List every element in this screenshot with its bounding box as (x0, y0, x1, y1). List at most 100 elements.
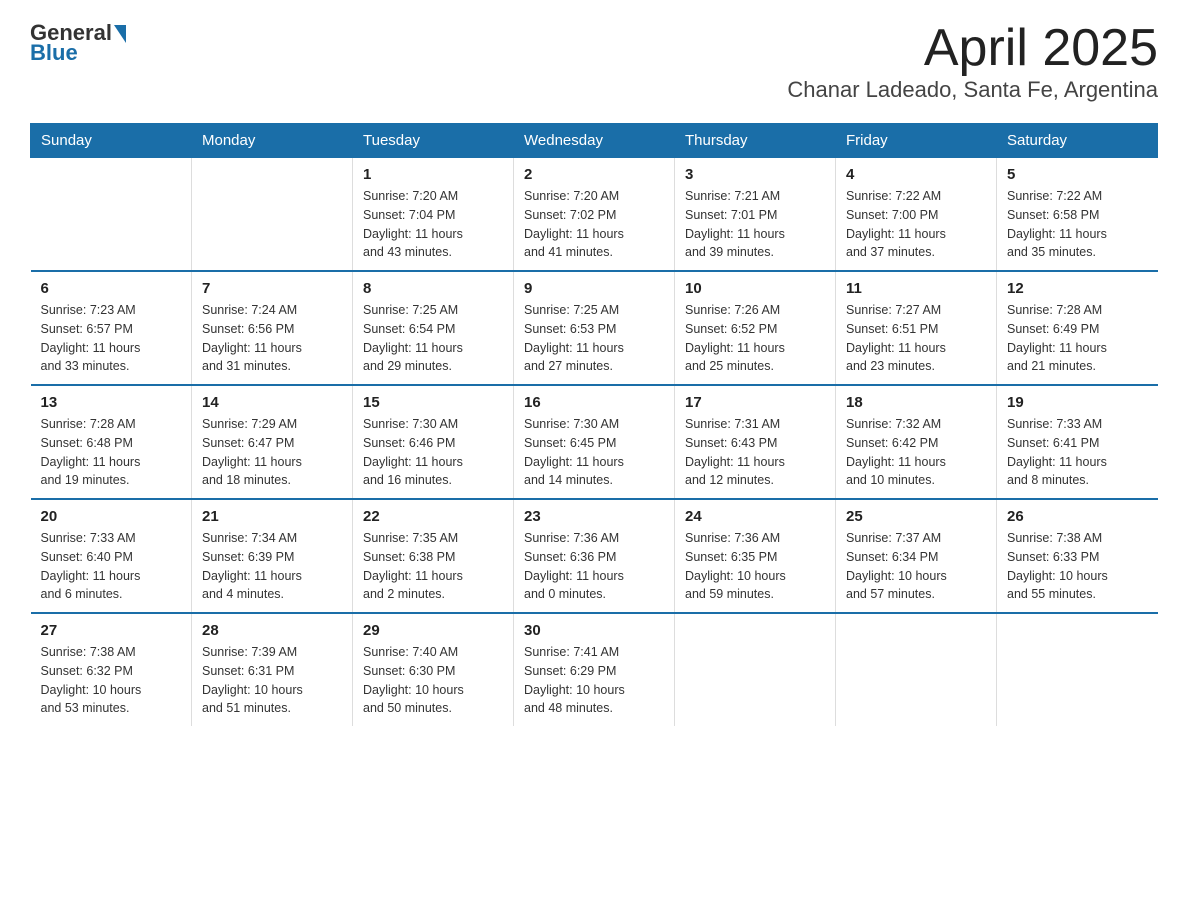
day-info: Sunrise: 7:21 AM Sunset: 7:01 PM Dayligh… (685, 187, 825, 262)
day-info: Sunrise: 7:22 AM Sunset: 7:00 PM Dayligh… (846, 187, 986, 262)
day-number: 11 (846, 280, 986, 297)
day-number: 15 (363, 394, 503, 411)
calendar-cell: 9Sunrise: 7:25 AM Sunset: 6:53 PM Daylig… (514, 271, 675, 385)
calendar-cell (836, 613, 997, 726)
day-info: Sunrise: 7:36 AM Sunset: 6:35 PM Dayligh… (685, 529, 825, 604)
header-day-wednesday: Wednesday (514, 124, 675, 158)
week-row-2: 6 Sunrise: 7:23 AM Sunset: 6:57 PM Daylig… (31, 271, 1158, 385)
day-number: 23 (524, 508, 664, 525)
day-info: Sunrise: 7:25 AM Sunset: 6:53 PM Dayligh… (524, 301, 664, 376)
calendar-cell: 23 Sunrise: 7:36 AM Sunset: 6:36 PM Dayli… (514, 499, 675, 613)
day-number: 21 (202, 508, 342, 525)
day-info: Sunrise: 7:25 AM Sunset: 6:54 PM Dayligh… (363, 301, 503, 376)
week-row-3: 13 Sunrise: 7:28 AM Sunset: 6:48 PM Dayli… (31, 385, 1158, 499)
calendar-cell: 26 Sunrise: 7:38 AM Sunset: 6:33 PM Dayli… (997, 499, 1158, 613)
calendar-cell (675, 613, 836, 726)
header-day-saturday: Saturday (997, 124, 1158, 158)
calendar-cell: 3 Sunrise: 7:21 AM Sunset: 7:01 PM Daylig… (675, 158, 836, 272)
logo: General Blue (30, 20, 126, 66)
day-number: 26 (1007, 508, 1148, 525)
day-number: 10 (685, 280, 825, 297)
day-info: Sunrise: 7:29 AM Sunset: 6:47 PM Dayligh… (202, 415, 342, 490)
calendar-cell (31, 158, 192, 272)
calendar-body: 1Sunrise: 7:20 AM Sunset: 7:04 PM Daylig… (31, 158, 1158, 727)
calendar-cell: 18 Sunrise: 7:32 AM Sunset: 6:42 PM Dayli… (836, 385, 997, 499)
header-day-tuesday: Tuesday (353, 124, 514, 158)
calendar-cell: 16Sunrise: 7:30 AM Sunset: 6:45 PM Dayli… (514, 385, 675, 499)
header-day-friday: Friday (836, 124, 997, 158)
calendar-cell: 13 Sunrise: 7:28 AM Sunset: 6:48 PM Dayli… (31, 385, 192, 499)
calendar-cell: 17 Sunrise: 7:31 AM Sunset: 6:43 PM Dayli… (675, 385, 836, 499)
day-info: Sunrise: 7:32 AM Sunset: 6:42 PM Dayligh… (846, 415, 986, 490)
day-number: 5 (1007, 166, 1148, 183)
day-number: 27 (41, 622, 182, 639)
day-number: 19 (1007, 394, 1148, 411)
day-info: Sunrise: 7:24 AM Sunset: 6:56 PM Dayligh… (202, 301, 342, 376)
calendar-cell: 20 Sunrise: 7:33 AM Sunset: 6:40 PM Dayli… (31, 499, 192, 613)
title-block: April 2025 Chanar Ladeado, Santa Fe, Arg… (787, 20, 1158, 103)
day-info: Sunrise: 7:38 AM Sunset: 6:33 PM Dayligh… (1007, 529, 1148, 604)
day-number: 24 (685, 508, 825, 525)
calendar-cell: 22 Sunrise: 7:35 AM Sunset: 6:38 PM Dayli… (353, 499, 514, 613)
day-number: 25 (846, 508, 986, 525)
day-info: Sunrise: 7:28 AM Sunset: 6:48 PM Dayligh… (41, 415, 182, 490)
calendar-title: April 2025 (787, 20, 1158, 77)
day-info: Sunrise: 7:26 AM Sunset: 6:52 PM Dayligh… (685, 301, 825, 376)
day-info: Sunrise: 7:22 AM Sunset: 6:58 PM Dayligh… (1007, 187, 1148, 262)
day-info: Sunrise: 7:41 AM Sunset: 6:29 PM Dayligh… (524, 643, 664, 718)
day-info: Sunrise: 7:36 AM Sunset: 6:36 PM Dayligh… (524, 529, 664, 604)
day-number: 8 (363, 280, 503, 297)
calendar-table: SundayMondayTuesdayWednesdayThursdayFrid… (30, 123, 1158, 726)
day-number: 12 (1007, 280, 1148, 297)
day-number: 16 (524, 394, 664, 411)
day-number: 14 (202, 394, 342, 411)
week-row-1: 1Sunrise: 7:20 AM Sunset: 7:04 PM Daylig… (31, 158, 1158, 272)
calendar-cell: 19 Sunrise: 7:33 AM Sunset: 6:41 PM Dayli… (997, 385, 1158, 499)
page-header: General Blue April 2025 Chanar Ladeado, … (30, 20, 1158, 103)
day-info: Sunrise: 7:31 AM Sunset: 6:43 PM Dayligh… (685, 415, 825, 490)
calendar-cell (997, 613, 1158, 726)
calendar-cell: 4 Sunrise: 7:22 AM Sunset: 7:00 PM Daylig… (836, 158, 997, 272)
day-number: 18 (846, 394, 986, 411)
day-number: 28 (202, 622, 342, 639)
day-info: Sunrise: 7:34 AM Sunset: 6:39 PM Dayligh… (202, 529, 342, 604)
day-number: 20 (41, 508, 182, 525)
calendar-cell: 24 Sunrise: 7:36 AM Sunset: 6:35 PM Dayli… (675, 499, 836, 613)
header-day-sunday: Sunday (31, 124, 192, 158)
calendar-cell: 25 Sunrise: 7:37 AM Sunset: 6:34 PM Dayli… (836, 499, 997, 613)
day-number: 22 (363, 508, 503, 525)
day-info: Sunrise: 7:23 AM Sunset: 6:57 PM Dayligh… (41, 301, 182, 376)
calendar-cell: 15 Sunrise: 7:30 AM Sunset: 6:46 PM Dayli… (353, 385, 514, 499)
day-number: 17 (685, 394, 825, 411)
day-number: 29 (363, 622, 503, 639)
day-info: Sunrise: 7:39 AM Sunset: 6:31 PM Dayligh… (202, 643, 342, 718)
week-row-5: 27 Sunrise: 7:38 AM Sunset: 6:32 PM Dayli… (31, 613, 1158, 726)
day-info: Sunrise: 7:33 AM Sunset: 6:40 PM Dayligh… (41, 529, 182, 604)
day-number: 7 (202, 280, 342, 297)
calendar-cell: 1Sunrise: 7:20 AM Sunset: 7:04 PM Daylig… (353, 158, 514, 272)
calendar-cell: 29Sunrise: 7:40 AM Sunset: 6:30 PM Dayli… (353, 613, 514, 726)
calendar-cell: 28 Sunrise: 7:39 AM Sunset: 6:31 PM Dayli… (192, 613, 353, 726)
calendar-cell: 5 Sunrise: 7:22 AM Sunset: 6:58 PM Daylig… (997, 158, 1158, 272)
logo-blue-text: Blue (30, 40, 126, 66)
calendar-cell: 6 Sunrise: 7:23 AM Sunset: 6:57 PM Daylig… (31, 271, 192, 385)
calendar-cell: 14 Sunrise: 7:29 AM Sunset: 6:47 PM Dayli… (192, 385, 353, 499)
day-info: Sunrise: 7:38 AM Sunset: 6:32 PM Dayligh… (41, 643, 182, 718)
calendar-cell: 7 Sunrise: 7:24 AM Sunset: 6:56 PM Daylig… (192, 271, 353, 385)
header-row: SundayMondayTuesdayWednesdayThursdayFrid… (31, 124, 1158, 158)
day-number: 6 (41, 280, 182, 297)
calendar-cell: 21 Sunrise: 7:34 AM Sunset: 6:39 PM Dayli… (192, 499, 353, 613)
day-info: Sunrise: 7:28 AM Sunset: 6:49 PM Dayligh… (1007, 301, 1148, 376)
location-subtitle: Chanar Ladeado, Santa Fe, Argentina (787, 77, 1158, 103)
day-number: 4 (846, 166, 986, 183)
calendar-cell: 27 Sunrise: 7:38 AM Sunset: 6:32 PM Dayli… (31, 613, 192, 726)
day-info: Sunrise: 7:33 AM Sunset: 6:41 PM Dayligh… (1007, 415, 1148, 490)
day-number: 3 (685, 166, 825, 183)
day-info: Sunrise: 7:27 AM Sunset: 6:51 PM Dayligh… (846, 301, 986, 376)
day-info: Sunrise: 7:37 AM Sunset: 6:34 PM Dayligh… (846, 529, 986, 604)
calendar-cell: 10 Sunrise: 7:26 AM Sunset: 6:52 PM Dayli… (675, 271, 836, 385)
day-info: Sunrise: 7:35 AM Sunset: 6:38 PM Dayligh… (363, 529, 503, 604)
calendar-cell (192, 158, 353, 272)
day-info: Sunrise: 7:30 AM Sunset: 6:46 PM Dayligh… (363, 415, 503, 490)
day-number: 13 (41, 394, 182, 411)
